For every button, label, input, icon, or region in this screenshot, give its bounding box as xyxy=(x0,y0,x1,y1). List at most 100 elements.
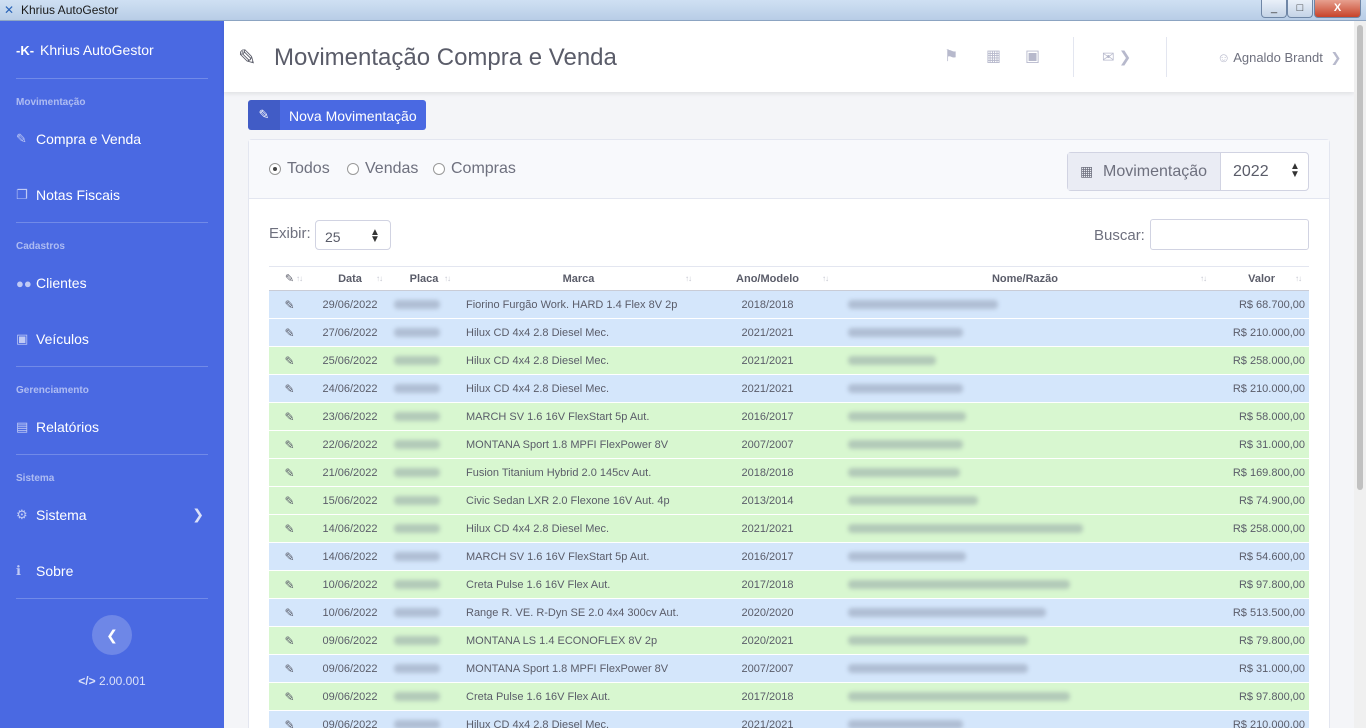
cell-valor: R$ 258.000,00 xyxy=(1214,346,1309,375)
sort-icon: ↑↓ xyxy=(376,274,383,283)
redacted-placa xyxy=(394,328,440,338)
page-size-value: 25 xyxy=(325,229,341,245)
redacted-placa xyxy=(394,384,440,394)
header-placa[interactable]: Placa ↑↓ xyxy=(390,266,458,291)
cell-nome-redacted xyxy=(836,374,1214,403)
edit-row-button[interactable]: ✎ xyxy=(269,654,310,683)
cell-ano-modelo: 2020/2020 xyxy=(699,598,836,627)
header-valor[interactable]: Valor ↑↓ xyxy=(1214,266,1309,291)
building-icon[interactable]: ▦ xyxy=(986,46,1001,66)
year-select[interactable]: 2022 xyxy=(1233,163,1269,181)
edit-row-button[interactable]: ✎ xyxy=(269,514,310,543)
edit-row-button[interactable]: ✎ xyxy=(269,542,310,571)
sidebar-item-sobre[interactable]: ℹ Sobre xyxy=(16,557,208,585)
table-row[interactable]: ✎ 09/06/2022 MONTANA LS 1.4 ECONOFLEX 8V 2… xyxy=(269,626,1309,655)
edit-row-button[interactable]: ✎ xyxy=(269,458,310,487)
table-row[interactable]: ✎ 14/06/2022 MARCH SV 1.6 16V FlexStart 5p… xyxy=(269,542,1309,571)
edit-row-button[interactable]: ✎ xyxy=(269,318,310,347)
edit-row-button[interactable]: ✎ xyxy=(269,430,310,459)
sidebar-collapse-button[interactable]: ❮ xyxy=(92,615,132,655)
cell-marca: MARCH SV 1.6 16V FlexStart 5p Aut. xyxy=(458,402,699,431)
sidebar-item-label: Sistema xyxy=(36,507,87,523)
radio-todos[interactable]: Todos xyxy=(269,160,330,178)
user-menu[interactable]: ☺ Agnaldo Brandt ❯ xyxy=(1217,50,1341,66)
cell-ano-modelo: 2017/2018 xyxy=(699,682,836,711)
maximize-button[interactable]: □ xyxy=(1287,0,1313,18)
table-row[interactable]: ✎ 09/06/2022 Creta Pulse 1.6 16V Flex Aut.… xyxy=(269,682,1309,711)
edit-row-button[interactable]: ✎ xyxy=(269,486,310,515)
table-row[interactable]: ✎ 24/06/2022 Hilux CD 4x4 2.8 Diesel Mec. 2… xyxy=(269,374,1309,403)
table-row[interactable]: ✎ 23/06/2022 MARCH SV 1.6 16V FlexStart 5p… xyxy=(269,402,1309,431)
page-size-select[interactable]: 25 ▲ ▼ xyxy=(315,220,391,250)
minimize-button[interactable]: _ xyxy=(1261,0,1287,18)
sidebar-item-clientes[interactable]: ●● Clientes xyxy=(16,269,208,297)
table-row[interactable]: ✎ 21/06/2022 Fusion Titanium Hybrid 2.0 14… xyxy=(269,458,1309,487)
exibir-label: Exibir: xyxy=(269,225,311,242)
radio-compras[interactable]: Compras xyxy=(433,160,516,178)
sort-icon: ↑↓ xyxy=(1295,274,1302,283)
cell-valor: R$ 258.000,00 xyxy=(1214,514,1309,543)
sidebar-item-compra-venda[interactable]: ✎ Compra e Venda xyxy=(16,125,208,153)
table-row[interactable]: ✎ 22/06/2022 MONTANA Sport 1.8 MPFI FlexPo… xyxy=(269,430,1309,459)
radio-vendas[interactable]: Vendas xyxy=(347,160,418,178)
edit-row-button[interactable]: ✎ xyxy=(269,346,310,375)
sidebar-item-notas-fiscais[interactable]: ❐ Notas Fiscais xyxy=(16,181,208,209)
header-data[interactable]: Data ↑↓ xyxy=(310,266,390,291)
code-icon: </> xyxy=(78,674,96,688)
edit-row-button[interactable]: ✎ xyxy=(269,682,310,711)
table-row[interactable]: ✎ 10/06/2022 Creta Pulse 1.6 16V Flex Aut.… xyxy=(269,570,1309,599)
edit-row-button[interactable]: ✎ xyxy=(269,598,310,627)
search-input[interactable] xyxy=(1150,219,1309,250)
sidebar-item-sistema[interactable]: ⚙ Sistema ❯ xyxy=(16,501,208,529)
edit-row-button[interactable]: ✎ xyxy=(269,626,310,655)
cell-placa-redacted xyxy=(390,290,458,319)
table-row[interactable]: ✎ 10/06/2022 Range R. VE. R-Dyn SE 2.0 4x4… xyxy=(269,598,1309,627)
header-ano-modelo[interactable]: Ano/Modelo ↑↓ xyxy=(699,266,836,291)
cell-valor: R$ 31.000,00 xyxy=(1214,430,1309,459)
cell-marca: MONTANA Sport 1.8 MPFI FlexPower 8V xyxy=(458,430,699,459)
table-row[interactable]: ✎ 09/06/2022 Hilux CD 4x4 2.8 Diesel Mec. 2… xyxy=(269,710,1309,728)
sort-icon[interactable]: ↑↓ xyxy=(296,274,303,283)
map-icon[interactable]: ⚑ xyxy=(944,46,958,66)
envelope-icon[interactable]: ✉ ❯ xyxy=(1102,48,1131,66)
edit-row-button[interactable]: ✎ xyxy=(269,710,310,728)
edit-row-button[interactable]: ✎ xyxy=(269,290,310,319)
header-label: Marca xyxy=(562,272,595,285)
edit-row-button[interactable]: ✎ xyxy=(269,570,310,599)
table-row[interactable]: ✎ 29/06/2022 Fiorino Furgão Work. HARD 1.4… xyxy=(269,290,1309,319)
movimentacao-card: Todos Vendas Compras ▦ Movimentação 2022… xyxy=(248,139,1330,728)
cell-nome-redacted xyxy=(836,346,1214,375)
edit-row-button[interactable]: ✎ xyxy=(269,402,310,431)
sidebar-divider xyxy=(16,454,208,455)
version-label: 2.00.001 xyxy=(98,674,146,688)
cell-ano-modelo: 2016/2017 xyxy=(699,402,836,431)
chevron-right-icon: ❯ xyxy=(192,506,204,522)
topbar: ✎ Movimentação Compra e Venda ⚑ ▦ ▣ ✉ ❯ … xyxy=(224,21,1354,92)
edit-icon: ✎ xyxy=(284,549,295,564)
table-row[interactable]: ✎ 15/06/2022 Civic Sedan LXR 2.0 Flexone 1… xyxy=(269,486,1309,515)
table-row[interactable]: ✎ 25/06/2022 Hilux CD 4x4 2.8 Diesel Mec. 2… xyxy=(269,346,1309,375)
cell-valor: R$ 513.500,00 xyxy=(1214,598,1309,627)
table-row[interactable]: ✎ 09/06/2022 MONTANA Sport 1.8 MPFI FlexPo… xyxy=(269,654,1309,683)
scrollbar-thumb[interactable] xyxy=(1357,25,1363,490)
cell-marca: Fiorino Furgão Work. HARD 1.4 Flex 8V 2p xyxy=(458,290,699,319)
car-icon[interactable]: ▣ xyxy=(1025,46,1040,66)
edit-row-button[interactable]: ✎ xyxy=(269,374,310,403)
table-row[interactable]: ✎ 27/06/2022 Hilux CD 4x4 2.8 Diesel Mec. 2… xyxy=(269,318,1309,347)
cell-nome-redacted xyxy=(836,318,1214,347)
header-marca[interactable]: Marca ↑↓ xyxy=(458,266,699,291)
cell-placa-redacted xyxy=(390,374,458,403)
sidebar-item-veiculos[interactable]: ▣ Veículos xyxy=(16,325,208,353)
movimentacao-label: Movimentação xyxy=(1103,163,1208,180)
table-row[interactable]: ✎ 14/06/2022 Hilux CD 4x4 2.8 Diesel Mec. 2… xyxy=(269,514,1309,543)
nova-movimentacao-button[interactable]: ✎ Nova Movimentação xyxy=(248,100,426,130)
header-nome-razao[interactable]: Nome/Razão ↑↓ xyxy=(836,266,1214,291)
edit-icon: ✎ xyxy=(284,297,295,312)
close-button[interactable]: X xyxy=(1314,0,1361,18)
sidebar-brand[interactable]: -K- Khrius AutoGestor xyxy=(16,42,154,58)
cell-valor: R$ 54.600,00 xyxy=(1214,542,1309,571)
sidebar-item-relatorios[interactable]: ▤ Relatórios xyxy=(16,413,208,441)
cell-marca: MONTANA LS 1.4 ECONOFLEX 8V 2p xyxy=(458,626,699,655)
redacted-placa xyxy=(394,440,440,450)
page-scrollbar[interactable] xyxy=(1354,21,1366,728)
